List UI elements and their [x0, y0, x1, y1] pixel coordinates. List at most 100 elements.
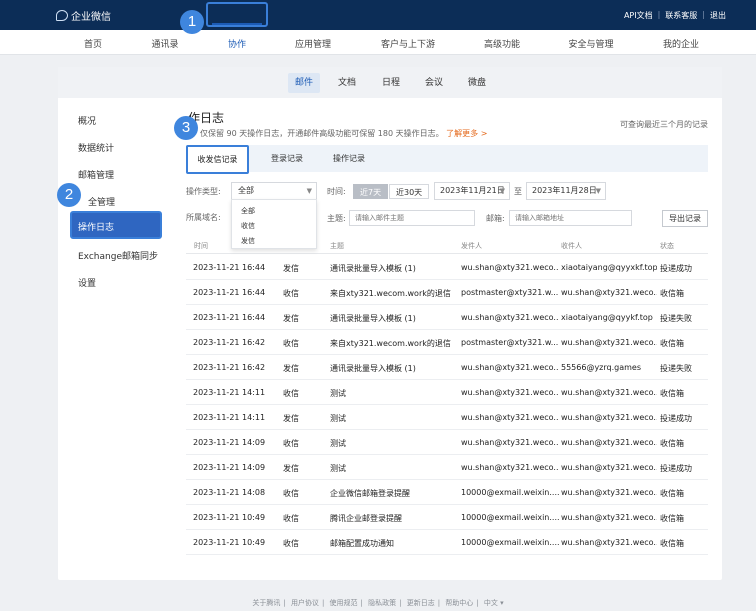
- api-docs-link[interactable]: API文档: [624, 10, 653, 21]
- cell-direction: 收信: [283, 439, 299, 448]
- date-from-select[interactable]: 2023年11月21日 ▼: [434, 182, 510, 200]
- nav-app-management[interactable]: 应用管理: [295, 37, 331, 50]
- cell-sender: wu.shan@xty321.weco...: [461, 263, 559, 272]
- nav-home[interactable]: 首页: [84, 37, 102, 50]
- date-from-value: 2023年11月21日: [440, 186, 505, 195]
- table-row[interactable]: 2023-11-21 16:42 发信 通讯录批量导入模板 (1) wu.shan@x…: [186, 355, 708, 380]
- cell-sender: postmaster@xty321.w...: [461, 288, 559, 297]
- menu-security-management[interactable]: 全管理: [88, 195, 115, 208]
- tab-calendar[interactable]: 日程: [375, 73, 407, 93]
- footer-link-about[interactable]: 关于腾讯: [252, 599, 280, 607]
- tab-mail-records[interactable]: 收发信记录: [186, 145, 249, 174]
- range-30-days[interactable]: 近30天: [389, 184, 430, 199]
- cell-subject: 腾讯企业邮登录提醒: [330, 514, 402, 523]
- nav-advanced[interactable]: 高级功能: [484, 37, 520, 50]
- table-row[interactable]: 2023-11-21 14:08 收信 企业微信邮箱登录提醒 10000@exmail…: [186, 480, 708, 505]
- footer-link-changelog[interactable]: 更新日志: [407, 599, 435, 607]
- cell-sender: wu.shan@xty321.weco...: [461, 463, 559, 472]
- nav-collaboration[interactable]: 协作: [228, 37, 246, 50]
- tab-operation-records[interactable]: 操作记录: [333, 153, 365, 164]
- table-row[interactable]: 2023-11-21 14:11 收信 测试 wu.shan@xty321.weco.…: [186, 380, 708, 405]
- menu-statistics[interactable]: 数据统计: [78, 141, 114, 154]
- tab-drive[interactable]: 微盘: [461, 73, 493, 93]
- cell-direction: 收信: [283, 289, 299, 298]
- cell-sender: 10000@exmail.weixin....: [461, 538, 559, 547]
- menu-operation-log[interactable]: 操作日志: [78, 220, 114, 233]
- menu-mailbox-management[interactable]: 邮箱管理: [78, 168, 114, 181]
- nav-my-enterprise[interactable]: 我的企业: [663, 37, 699, 50]
- cell-sender: wu.shan@xty321.weco...: [461, 413, 559, 422]
- footer-link-help[interactable]: 帮助中心: [445, 599, 473, 607]
- option-all[interactable]: 全部: [241, 206, 255, 216]
- app-name: 企业微信: [71, 12, 111, 23]
- tab-meeting[interactable]: 会议: [418, 73, 450, 93]
- mailbox-input[interactable]: [509, 210, 632, 226]
- cell-subject: 来自xty321.wecom.work的退信: [330, 339, 451, 348]
- cell-sender: wu.shan@xty321.weco...: [461, 313, 559, 322]
- cell-time: 2023-11-21 16:44: [193, 313, 266, 322]
- time-label: 时间:: [327, 187, 346, 196]
- cell-status: 收信箱: [660, 289, 684, 298]
- footer-link-privacy[interactable]: 隐私政策: [368, 599, 396, 607]
- date-to-select[interactable]: 2023年11月28日 ▼: [526, 182, 606, 200]
- range-7-days[interactable]: 近7天: [353, 184, 389, 199]
- cell-time: 2023-11-21 14:09: [193, 438, 266, 447]
- app-logo[interactable]: 企业微信: [56, 8, 111, 23]
- tab-docs[interactable]: 文档: [331, 73, 363, 93]
- tab-login-records[interactable]: 登录记录: [271, 153, 303, 164]
- export-records-button[interactable]: 导出记录: [662, 210, 708, 227]
- cell-subject: 测试: [330, 439, 346, 448]
- subject-input[interactable]: [349, 210, 475, 226]
- cell-status: 收信箱: [660, 514, 684, 523]
- table-row[interactable]: 2023-11-21 10:49 收信 腾讯企业邮登录提醒 10000@exmail.…: [186, 505, 708, 530]
- column-sender: 发件人: [461, 242, 482, 250]
- sub-tabs: 邮件 文档 日程 会议 微盘: [58, 67, 722, 98]
- cell-status: 收信箱: [660, 489, 684, 498]
- cell-direction: 收信: [283, 514, 299, 523]
- cell-subject: 来自xty321.wecom.work的退信: [330, 289, 451, 298]
- table-row[interactable]: 2023-11-21 16:42 收信 来自xty321.wecom.work的退信…: [186, 330, 708, 355]
- step-badge-2: 2: [57, 183, 81, 207]
- cell-status: 投递成功: [660, 264, 692, 273]
- logout-link[interactable]: 退出: [710, 10, 726, 21]
- operation-type-select[interactable]: 全部 ▼: [231, 182, 317, 200]
- cell-sender: wu.shan@xty321.weco...: [461, 363, 559, 372]
- cell-recipient: wu.shan@xty321.weco...: [561, 438, 657, 447]
- cell-time: 2023-11-21 14:11: [193, 413, 266, 422]
- footer-link-rules[interactable]: 使用规范: [330, 599, 358, 607]
- cell-status: 投递成功: [660, 464, 692, 473]
- top-bar: 企业微信 API文档 | 联系客服 | 退出: [0, 0, 756, 30]
- footer-link-agreement[interactable]: 用户协议: [291, 599, 319, 607]
- table-row[interactable]: 2023-11-21 14:09 收信 测试 wu.shan@xty321.weco.…: [186, 430, 708, 455]
- table-row[interactable]: 2023-11-21 14:09 发信 测试 wu.shan@xty321.weco.…: [186, 455, 708, 480]
- cell-recipient: wu.shan@xty321.weco...: [561, 338, 657, 347]
- learn-more-link[interactable]: 了解更多 >: [446, 129, 487, 138]
- menu-overview[interactable]: 概况: [78, 114, 96, 127]
- cell-status: 收信箱: [660, 439, 684, 448]
- table-row[interactable]: 2023-11-21 10:49 收信 邮箱配置成功通知 10000@exmail.w…: [186, 530, 708, 555]
- caret-down-icon: ▼: [306, 187, 312, 195]
- cell-time: 2023-11-21 16:42: [193, 338, 266, 347]
- table-row[interactable]: 2023-11-21 16:44 发信 通讯录批量导入模板 (1) wu.shan@x…: [186, 255, 708, 280]
- menu-exchange-sync[interactable]: Exchange邮箱同步: [78, 249, 158, 262]
- option-send[interactable]: 发信: [241, 236, 255, 246]
- operation-type-label: 操作类型:: [186, 187, 221, 196]
- top-link-divider: |: [657, 10, 661, 19]
- cell-recipient: xiaotaiyang@qyyxkf.top: [561, 263, 657, 272]
- cell-time: 2023-11-21 16:44: [193, 263, 266, 272]
- menu-settings[interactable]: 设置: [78, 276, 96, 289]
- nav-contacts[interactable]: 通讯录: [151, 37, 178, 50]
- tab-mail[interactable]: 邮件: [287, 73, 321, 93]
- cell-recipient: wu.shan@xty321.weco...: [561, 488, 657, 497]
- table-row[interactable]: 2023-11-21 16:44 发信 通讯录批量导入模板 (1) wu.shan@x…: [186, 305, 708, 330]
- cell-sender: wu.shan@xty321.weco...: [461, 388, 559, 397]
- table-row[interactable]: 2023-11-21 16:44 收信 来自xty321.wecom.work的退信…: [186, 280, 708, 305]
- table-row[interactable]: 2023-11-21 14:11 发信 测试 wu.shan@xty321.weco.…: [186, 405, 708, 430]
- nav-security[interactable]: 安全与管理: [568, 37, 613, 50]
- contact-support-link[interactable]: 联系客服: [665, 10, 697, 21]
- footer-language-select[interactable]: 中文 ▾: [484, 599, 504, 607]
- option-receive[interactable]: 收信: [241, 221, 255, 231]
- cell-direction: 收信: [283, 539, 299, 548]
- cell-direction: 发信: [283, 464, 299, 473]
- nav-customers[interactable]: 客户与上下游: [381, 37, 435, 50]
